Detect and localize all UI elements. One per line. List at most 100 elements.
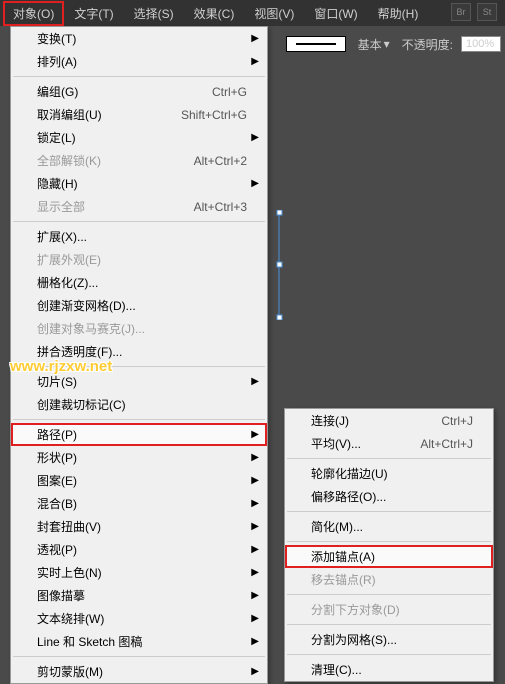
menu-object[interactable]: 对象(O) — [3, 1, 64, 26]
menu-shortcut: Ctrl+J — [441, 414, 473, 428]
menu-item-label: 偏移路径(O)... — [311, 488, 473, 505]
object-menu-separator — [13, 76, 265, 77]
path-submenu-item[interactable]: 清理(C)... — [285, 658, 493, 681]
menu-item-label: 实时上色(N) — [37, 564, 247, 581]
menu-effect[interactable]: 效果(C) — [184, 1, 245, 26]
menu-item-label: 取消编组(U) — [37, 106, 151, 123]
menu-item-label: 锁定(L) — [37, 129, 247, 146]
menu-item-label: 创建裁切标记(C) — [37, 396, 247, 413]
toolbar-right: Br St — [451, 3, 497, 21]
path-submenu-item[interactable]: 连接(J)Ctrl+J — [285, 409, 493, 432]
path-submenu-item[interactable]: 分割为网格(S)... — [285, 628, 493, 651]
menu-item-label: 创建渐变网格(D)... — [37, 297, 247, 314]
object-menu-item[interactable]: 编组(G)Ctrl+G — [11, 80, 267, 103]
object-menu-item: 创建对象马赛克(J)... — [11, 317, 267, 340]
menu-item-label: 排列(A) — [37, 53, 247, 70]
object-menu-item: 全部解锁(K) Alt+Ctrl+2 — [11, 149, 267, 172]
path-submenu-separator — [287, 624, 491, 625]
path-submenu-separator — [287, 654, 491, 655]
menu-item-label: 变换(T) — [37, 30, 247, 47]
object-menu-item[interactable]: 锁定(L) ▶ — [11, 126, 267, 149]
path-submenu-separator — [287, 594, 491, 595]
menu-item-label: 扩展外观(E) — [37, 251, 247, 268]
menu-item-label: 全部解锁(K) — [37, 152, 164, 169]
bridge-icon[interactable]: Br — [451, 3, 471, 21]
menu-item-label: 清理(C)... — [311, 661, 473, 678]
menu-item-label: 分割下方对象(D) — [311, 601, 473, 618]
path-submenu-separator — [287, 458, 491, 459]
submenu-arrow-icon: ▶ — [251, 498, 259, 509]
object-menu-item[interactable]: 排列(A) ▶ — [11, 50, 267, 73]
object-menu-item[interactable]: 图像描摹 ▶ — [11, 584, 267, 607]
menu-shortcut: Alt+Ctrl+2 — [194, 154, 247, 168]
menu-item-label: 简化(M)... — [311, 518, 473, 535]
menu-select[interactable]: 选择(S) — [124, 1, 184, 26]
path-submenu-panel: 连接(J)Ctrl+J平均(V)...Alt+Ctrl+J 轮廓化描边(U) 偏移路… — [284, 408, 494, 682]
object-menu-item[interactable]: 透视(P)▶ — [11, 538, 267, 561]
object-menu-item[interactable]: 取消编组(U)Shift+Ctrl+G — [11, 103, 267, 126]
path-submenu-item[interactable]: 简化(M)... — [285, 515, 493, 538]
object-menu-item[interactable]: 文本绕排(W)▶ — [11, 607, 267, 630]
object-menu-item[interactable]: 剪切蒙版(M)▶ — [11, 660, 267, 683]
menu-type[interactable]: 文字(T) — [64, 1, 123, 26]
menu-item-label: 轮廓化描边(U) — [311, 465, 473, 482]
menu-shortcut: Alt+Ctrl+3 — [194, 200, 247, 214]
object-menu-item[interactable]: 栅格化(Z)... — [11, 271, 267, 294]
menu-window[interactable]: 窗口(W) — [304, 1, 367, 26]
object-menu-item[interactable]: 创建渐变网格(D)... — [11, 294, 267, 317]
object-menu-item[interactable]: 实时上色(N) ▶ — [11, 561, 267, 584]
submenu-arrow-icon: ▶ — [251, 376, 259, 387]
menu-item-label: 图像描摹 — [37, 587, 247, 604]
submenu-arrow-icon: ▶ — [251, 567, 259, 578]
menu-item-label: 混合(B) — [37, 495, 247, 512]
path-submenu-item[interactable]: 偏移路径(O)... — [285, 485, 493, 508]
submenu-arrow-icon: ▶ — [251, 33, 259, 44]
menu-item-label: 创建对象马赛克(J)... — [37, 320, 247, 337]
opacity-label: 不透明度: — [402, 36, 453, 53]
submenu-arrow-icon: ▶ — [251, 666, 259, 677]
path-submenu-separator — [287, 511, 491, 512]
stock-icon[interactable]: St — [477, 3, 497, 21]
canvas-selection-handles — [275, 210, 285, 320]
menu-item-label: 移去锚点(R) — [311, 571, 473, 588]
submenu-arrow-icon: ▶ — [251, 56, 259, 67]
object-menu-item[interactable]: 扩展(X)... — [11, 225, 267, 248]
object-menu-item[interactable]: 混合(B) ▶ — [11, 492, 267, 515]
object-menu-item[interactable]: 隐藏(H)▶ — [11, 172, 267, 195]
path-submenu-item[interactable]: 平均(V)...Alt+Ctrl+J — [285, 432, 493, 455]
menu-item-label: 封套扭曲(V) — [37, 518, 247, 535]
object-menu-item[interactable]: 变换(T) ▶ — [11, 27, 267, 50]
object-menu-item[interactable]: 创建裁切标记(C) — [11, 393, 267, 416]
submenu-arrow-icon: ▶ — [251, 178, 259, 189]
menu-item-label: 平均(V)... — [311, 435, 390, 452]
opacity-field[interactable]: 100% — [461, 36, 501, 52]
menu-item-label: 切片(S) — [37, 373, 247, 390]
menubar: 对象(O) 文字(T) 选择(S) 效果(C) 视图(V) 窗口(W) 帮助(H… — [0, 0, 505, 26]
style-dropdown[interactable]: 基本 ▾ — [354, 34, 394, 55]
style-label: 基本 — [358, 36, 382, 53]
object-menu-item: 扩展外观(E) — [11, 248, 267, 271]
stroke-style-swatch[interactable] — [286, 36, 346, 52]
watermark: www.rjzxw.net — [10, 358, 112, 375]
options-bar: 基本 ▾ 不透明度: 100% — [286, 30, 505, 58]
object-menu-separator — [13, 221, 265, 222]
menu-shortcut: Ctrl+G — [212, 85, 247, 99]
submenu-arrow-icon: ▶ — [251, 132, 259, 143]
object-menu-item: 显示全部Alt+Ctrl+3 — [11, 195, 267, 218]
submenu-arrow-icon: ▶ — [251, 590, 259, 601]
menu-item-label: Line 和 Sketch 图稿 — [37, 633, 247, 650]
object-menu-panel: 变换(T) ▶ 排列(A) ▶ 编组(G)Ctrl+G取消编组(U)Shift+Ctrl… — [10, 26, 268, 684]
path-submenu-separator — [287, 541, 491, 542]
menu-view[interactable]: 视图(V) — [244, 1, 304, 26]
object-menu-separator — [13, 419, 265, 420]
object-menu-item[interactable]: 封套扭曲(V)▶ — [11, 515, 267, 538]
chevron-down-icon: ▾ — [384, 37, 390, 51]
submenu-arrow-icon: ▶ — [251, 636, 259, 647]
menu-help[interactable]: 帮助(H) — [368, 1, 429, 26]
object-menu-item[interactable]: 图案(E)▶ — [11, 469, 267, 492]
object-menu-item[interactable]: 路径(P)▶ — [11, 423, 267, 446]
object-menu-item[interactable]: Line 和 Sketch 图稿 ▶ — [11, 630, 267, 653]
path-submenu-item[interactable]: 轮廓化描边(U) — [285, 462, 493, 485]
path-submenu-item[interactable]: 添加锚点(A) — [285, 545, 493, 568]
object-menu-item[interactable]: 形状(P)▶ — [11, 446, 267, 469]
